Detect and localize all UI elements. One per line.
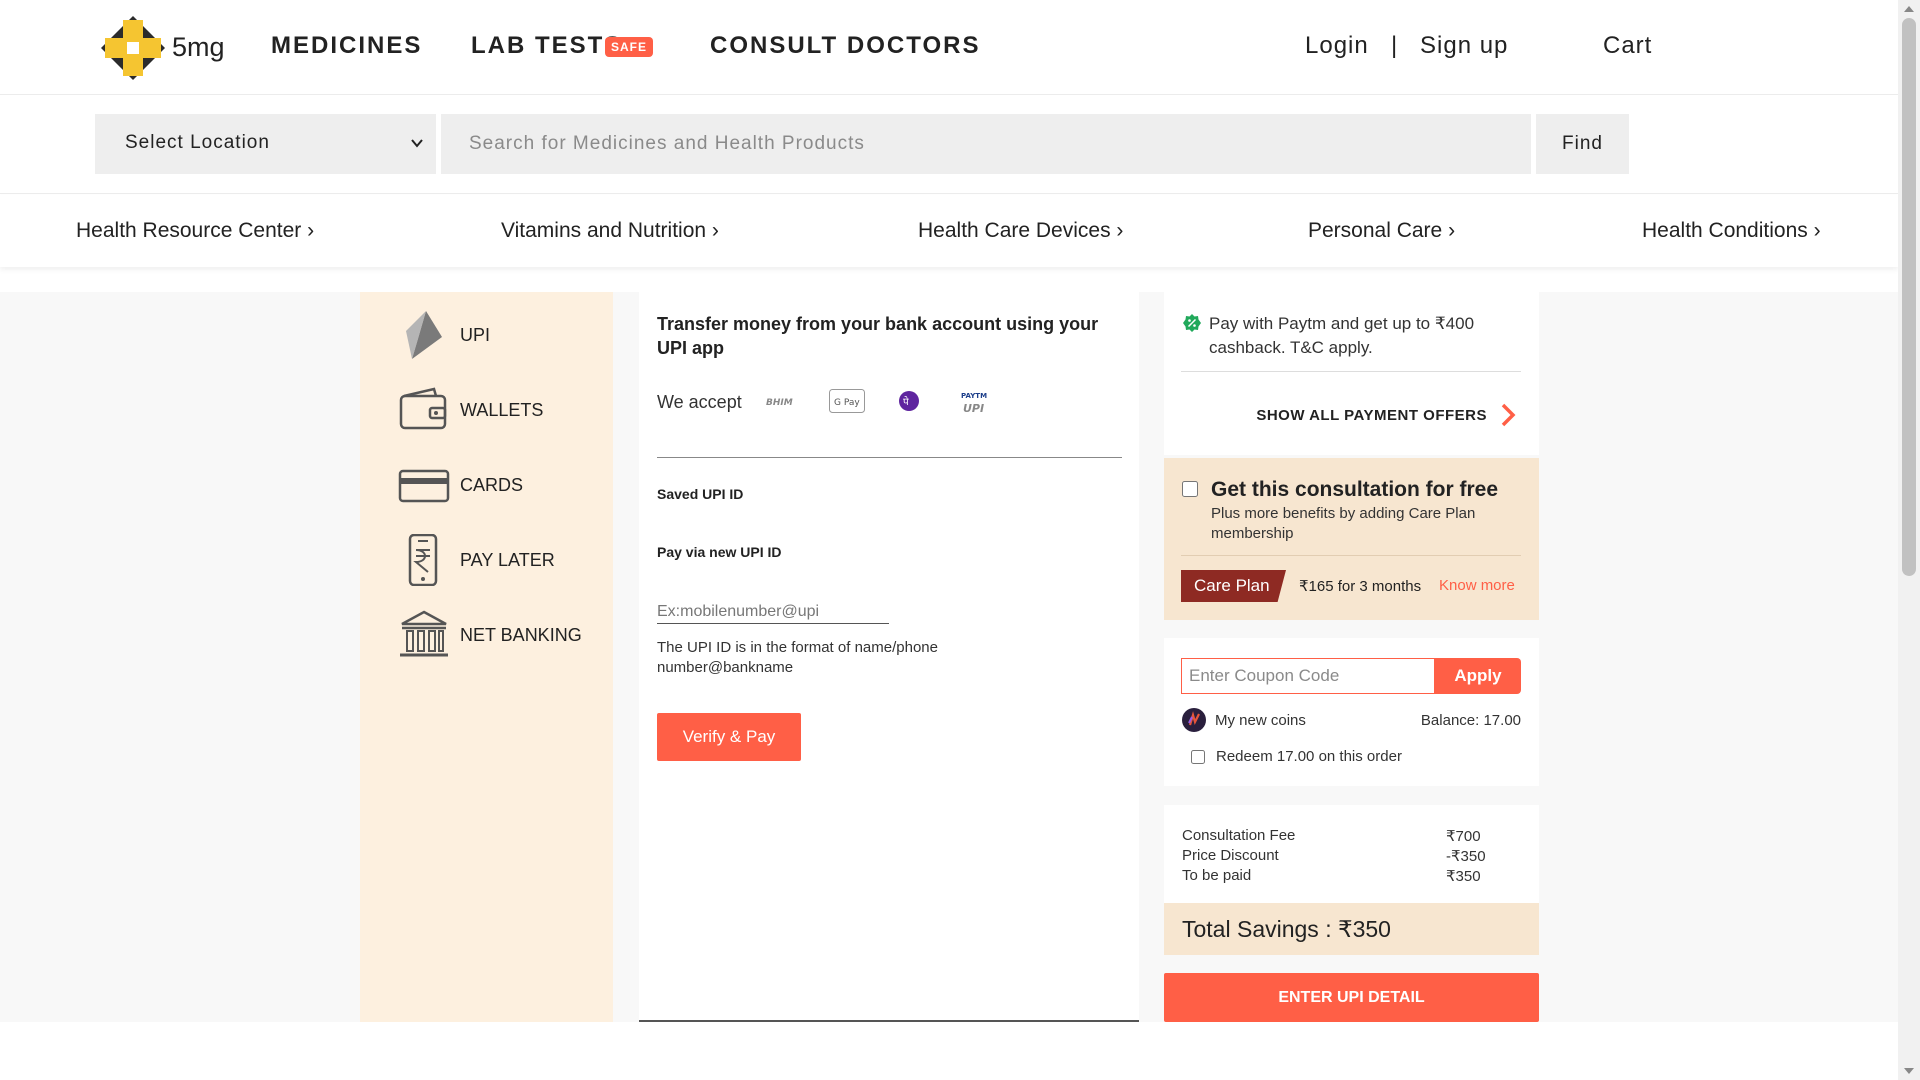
- price-row-label: Consultation Fee: [1182, 827, 1296, 844]
- nav-lab-tests[interactable]: LAB TESTS: [471, 32, 622, 60]
- care-plan-card: Get this consultation for free Plus more…: [1164, 458, 1539, 620]
- gpay-logo-text: G Pay: [834, 398, 860, 408]
- method-upi-label: UPI: [460, 325, 491, 345]
- offer-divider: [1181, 371, 1521, 372]
- page-scrollbar[interactable]: [1898, 0, 1920, 1080]
- scroll-down-arrow-icon[interactable]: [1904, 1068, 1914, 1074]
- paytm-logo-text: PAYTM: [961, 392, 987, 400]
- nav-consult-doctors[interactable]: CONSULT DOCTORS: [710, 32, 980, 60]
- upi-panel: Transfer money from your bank account us…: [639, 292, 1139, 1022]
- phonepe-logo-text: पे: [903, 396, 909, 408]
- upi-title: Transfer money from your bank account us…: [657, 314, 1099, 358]
- find-button[interactable]: Find: [1536, 114, 1629, 174]
- upi-divider: [657, 457, 1122, 458]
- login-link[interactable]: Login: [1305, 32, 1369, 60]
- method-cards-label: CARDS: [460, 475, 524, 495]
- verify-pay-button[interactable]: Verify & Pay: [657, 713, 801, 761]
- logo-text[interactable]: 5mg: [172, 32, 225, 63]
- redeem-coins-checkbox[interactable]: [1191, 750, 1205, 764]
- gpay-logo: G Pay: [829, 389, 865, 413]
- price-summary-card: Consultation Fee ₹700 Price Discount -₹3…: [1164, 805, 1539, 955]
- method-net-banking-label: NET BANKING: [460, 625, 582, 645]
- coins-balance: Balance: 17.00: [1420, 712, 1521, 729]
- method-cards[interactable]: CARDS: [398, 455, 613, 515]
- category-health-resource-center[interactable]: Health Resource Center ›: [76, 219, 314, 243]
- category-vitamins-nutrition[interactable]: Vitamins and Nutrition ›: [501, 219, 719, 243]
- saved-upi-label[interactable]: Saved UPI ID: [657, 486, 743, 502]
- upi-id-input[interactable]: [657, 600, 889, 624]
- category-personal-care[interactable]: Personal Care ›: [1308, 219, 1455, 243]
- phonepe-logo: पे: [899, 391, 919, 411]
- method-upi[interactable]: UPI: [398, 305, 613, 365]
- location-select[interactable]: Select Location: [95, 114, 436, 174]
- cart-link[interactable]: Cart: [1603, 32, 1652, 60]
- wallet-icon: [399, 387, 447, 430]
- scroll-up-arrow-icon[interactable]: [1904, 6, 1914, 12]
- bhim-logo-text: BHIM: [766, 398, 793, 408]
- signup-link[interactable]: Sign up: [1420, 32, 1508, 60]
- show-all-offers-link[interactable]: SHOW ALL PAYMENT OFFERS: [1256, 407, 1487, 424]
- redeem-coins-label: Redeem 17.00 on this order: [1216, 748, 1402, 765]
- care-plan-tag: Care Plan: [1181, 570, 1286, 602]
- total-savings: Total Savings : ₹350: [1164, 903, 1539, 955]
- price-row-label: To be paid: [1182, 867, 1252, 884]
- nav-medicines[interactable]: MEDICINES: [271, 32, 422, 60]
- care-plan-divider: [1181, 555, 1521, 556]
- payment-offer-card: Pay with Paytm and get up to ₹400 cashba…: [1164, 292, 1539, 455]
- offer-badge-icon: [1183, 314, 1201, 332]
- pay-new-upi-label[interactable]: Pay via new UPI ID: [657, 544, 782, 560]
- logo-icon[interactable]: [97, 12, 169, 84]
- price-row-value: ₹350: [1446, 868, 1481, 885]
- upi-icon: [406, 311, 442, 359]
- category-health-care-devices[interactable]: Health Care Devices ›: [918, 219, 1123, 243]
- coins-label: My new coins: [1215, 712, 1306, 729]
- care-plan-title: Get this consultation for free: [1211, 478, 1499, 501]
- category-health-conditions[interactable]: Health Conditions ›: [1642, 219, 1821, 243]
- upi-format-hint: The UPI ID is in the format of name/phon…: [657, 639, 938, 676]
- offer-text: Pay with Paytm and get up to ₹400 cashba…: [1209, 314, 1475, 357]
- top-header: 5mg MEDICINES LAB TESTS SAFE CONSULT DOC…: [0, 0, 1898, 95]
- care-plan-checkbox[interactable]: [1182, 481, 1198, 497]
- we-accept-label: We accept: [657, 392, 742, 412]
- coins-icon: [1182, 708, 1206, 732]
- chevron-down-icon: [411, 139, 423, 148]
- enter-upi-detail-button[interactable]: ENTER UPI DETAIL: [1164, 973, 1539, 1022]
- care-plan-price: ₹165 for 3 months: [1299, 578, 1422, 595]
- location-select-value: Select Location: [125, 132, 270, 153]
- coupon-code-input[interactable]: [1181, 658, 1435, 694]
- chevron-right-icon[interactable]: [1499, 402, 1517, 428]
- paytm-upi-text: UPI: [963, 402, 984, 415]
- apply-coupon-button[interactable]: Apply: [1435, 658, 1521, 694]
- header-separator: |: [1391, 32, 1399, 59]
- method-wallets[interactable]: WALLETS: [398, 380, 613, 440]
- price-row-value: ₹700: [1446, 828, 1481, 845]
- scrollbar-thumb[interactable]: [1902, 18, 1916, 576]
- care-plan-subtitle: Plus more benefits by adding Care Plan m…: [1211, 505, 1476, 542]
- method-pay-later[interactable]: PAY LATER: [398, 530, 613, 590]
- price-row-label: Price Discount: [1182, 847, 1279, 864]
- category-nav: Health Resource Center › Vitamins and Nu…: [0, 195, 1898, 267]
- search-row: Select Location Find: [0, 96, 1898, 194]
- bhim-logo: BHIM: [766, 398, 793, 408]
- search-input[interactable]: [441, 114, 1531, 174]
- payment-method-list: UPI WALLETS CARDS PAY LATER NET BANKING: [360, 292, 613, 1022]
- safe-badge: SAFE: [605, 37, 654, 57]
- method-pay-later-label: PAY LATER: [460, 550, 555, 570]
- method-wallets-label: WALLETS: [460, 400, 544, 420]
- price-row-value: -₹350: [1446, 848, 1486, 865]
- paytm-upi-logo: PAYTM UPI: [961, 392, 987, 415]
- method-net-banking[interactable]: NET BANKING: [398, 605, 613, 665]
- card-icon: [398, 469, 450, 503]
- phone-rupee-icon: [408, 534, 438, 586]
- know-more-link[interactable]: Know more: [1439, 577, 1515, 594]
- coupon-card: Apply My new coins Balance: 17.00 Redeem…: [1164, 638, 1539, 786]
- bank-icon: [400, 610, 448, 657]
